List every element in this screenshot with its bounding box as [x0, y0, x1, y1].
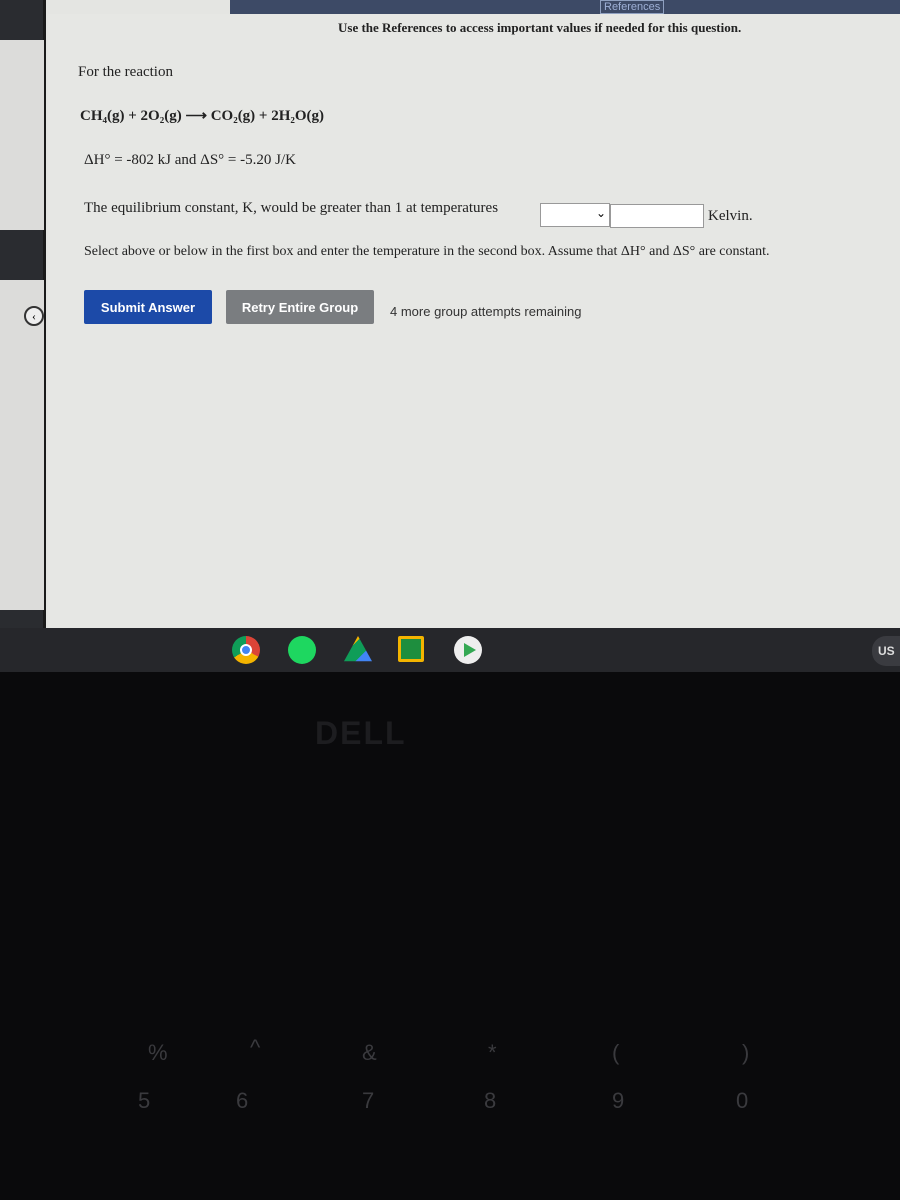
- key-caret: ^: [250, 1035, 261, 1060]
- above-below-select[interactable]: ⌄: [540, 203, 610, 227]
- key-9: 9: [612, 1088, 625, 1113]
- key-0: 0: [736, 1088, 749, 1113]
- references-link[interactable]: References: [600, 0, 665, 14]
- attempts-remaining: 4 more group attempts remaining: [390, 304, 582, 319]
- temperature-input[interactable]: [610, 204, 704, 228]
- references-hint: Use the References to access important v…: [338, 20, 742, 35]
- key-asterisk: *: [488, 1040, 497, 1065]
- question-panel: Use the References to access important v…: [48, 14, 900, 628]
- thermo-values: ΔH° = -802 kJ and ΔS° = -5.20 J/K: [84, 152, 296, 168]
- chevron-down-icon: ⌄: [595, 206, 606, 220]
- key-paren-close: ): [742, 1040, 750, 1065]
- submit-answer-button[interactable]: Submit Answer: [84, 290, 212, 324]
- top-toolbar: [230, 0, 900, 14]
- key-6: 6: [236, 1088, 249, 1113]
- chrome-icon[interactable]: [232, 636, 260, 664]
- key-7: 7: [362, 1088, 375, 1113]
- key-8: 8: [484, 1088, 497, 1113]
- play-store-icon[interactable]: [454, 636, 482, 664]
- intro-text: For the reaction: [78, 64, 173, 80]
- drive-icon[interactable]: [344, 636, 372, 662]
- input-method-indicator[interactable]: US: [872, 636, 900, 666]
- key-5: 5: [138, 1088, 151, 1113]
- key-ampersand: &: [362, 1040, 377, 1065]
- instructions: Select above or below in the first box a…: [84, 244, 770, 259]
- unit-label: Kelvin.: [708, 208, 753, 224]
- key-percent: %: [148, 1040, 168, 1065]
- spotify-icon[interactable]: [288, 636, 316, 664]
- classroom-icon[interactable]: [398, 636, 424, 662]
- taskbar: US: [0, 628, 900, 672]
- back-arrow-icon[interactable]: ‹: [24, 306, 44, 326]
- reaction-equation: CH₄(g) + 2O₂(g) ⟶ CO₂(g) + 2H₂O(g): [80, 108, 325, 124]
- screen: References Use the References to access …: [0, 0, 900, 628]
- retry-group-button[interactable]: Retry Entire Group: [226, 290, 374, 324]
- question-prompt: The equilibrium constant, K, would be gr…: [84, 200, 499, 216]
- key-paren-open: (: [612, 1040, 620, 1065]
- dell-logo: DELL: [315, 715, 407, 751]
